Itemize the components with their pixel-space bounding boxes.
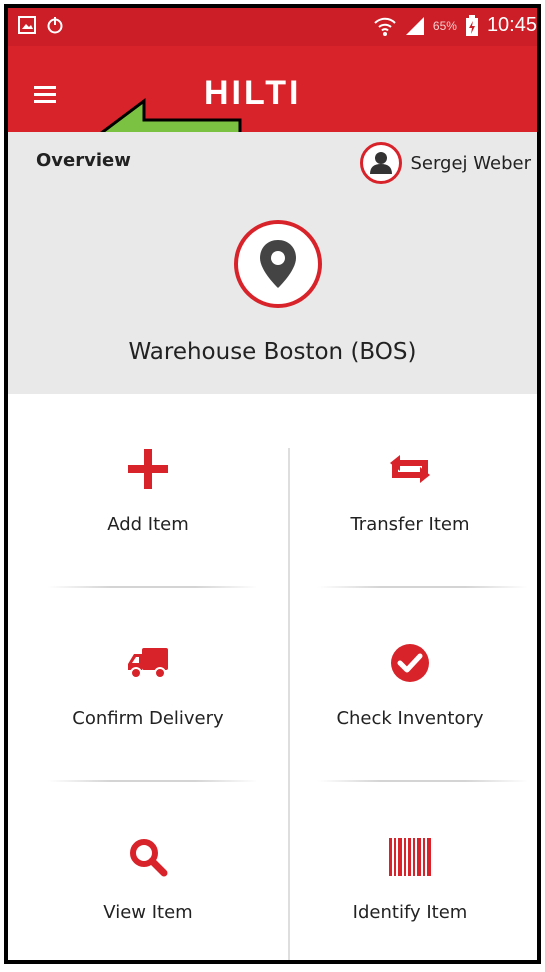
signal-icon <box>405 16 424 35</box>
transfer-icon <box>390 455 430 483</box>
identify-item-label: Identify Item <box>352 902 468 923</box>
search-icon <box>130 839 168 877</box>
battery-charging-icon <box>465 14 478 36</box>
overview-header: Overview Sergej Weber Warehouse Boston (… <box>8 132 537 394</box>
gallery-icon <box>18 16 36 34</box>
avatar <box>360 142 403 184</box>
status-bar: 65% 10:45 <box>8 8 537 46</box>
check-inventory-label: Check Inventory <box>336 708 484 729</box>
battery-percent: 65% <box>432 18 457 33</box>
phone-frame: 65% 10:45 HILTI Overview Sergej Weber Wa… <box>4 4 541 964</box>
divider <box>318 586 528 588</box>
identify-item-button[interactable]: Identify Item <box>290 832 530 960</box>
transfer-item-button[interactable]: Transfer Item <box>290 444 530 594</box>
user-profile[interactable]: Sergej Weber <box>360 142 531 184</box>
truck-icon <box>128 648 168 679</box>
add-item-label: Add Item <box>107 514 189 535</box>
check-inventory-button[interactable]: Check Inventory <box>290 638 530 788</box>
divider <box>48 780 258 782</box>
power-icon <box>47 17 63 34</box>
add-item-button[interactable]: Add Item <box>28 444 268 594</box>
warehouse-name: Warehouse Boston (BOS) <box>128 339 417 365</box>
app-bar: HILTI <box>8 46 537 176</box>
wifi-icon <box>374 17 396 36</box>
user-name: Sergej Weber <box>410 152 531 174</box>
plus-icon <box>128 449 168 489</box>
page-title: Overview <box>36 150 131 171</box>
location-pin-icon <box>260 240 296 288</box>
barcode-icon <box>389 838 431 876</box>
menu-icon <box>34 86 56 89</box>
user-icon <box>370 152 393 174</box>
menu-button[interactable] <box>34 86 56 103</box>
check-circle-icon <box>391 644 429 682</box>
confirm-delivery-label: Confirm Delivery <box>72 708 224 729</box>
view-item-button[interactable]: View Item <box>28 832 268 960</box>
confirm-delivery-button[interactable]: Confirm Delivery <box>28 638 268 788</box>
transfer-item-label: Transfer Item <box>350 514 470 535</box>
clock: 10:45 <box>486 14 537 36</box>
divider <box>318 780 528 782</box>
divider <box>48 586 258 588</box>
location-badge[interactable] <box>234 220 322 308</box>
action-grid: Add Item Transfer Item Confirm Delivery … <box>8 394 537 960</box>
view-item-label: View Item <box>103 902 193 923</box>
